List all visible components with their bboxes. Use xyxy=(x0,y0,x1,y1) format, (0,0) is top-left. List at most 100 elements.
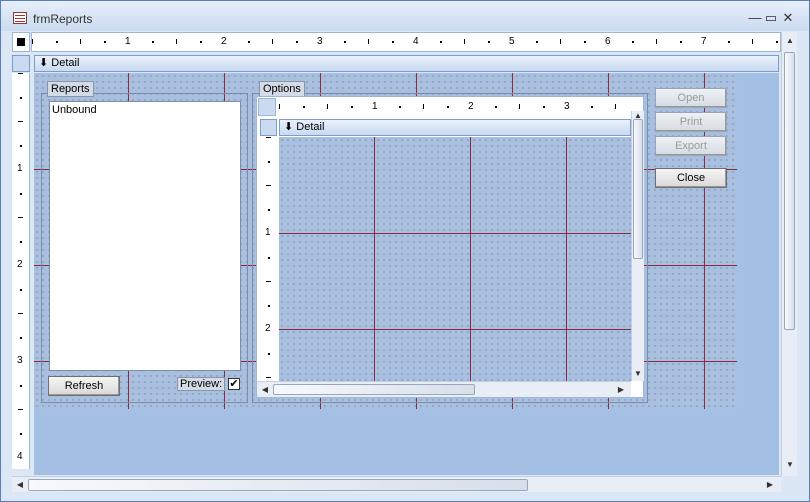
window-title: frmReports xyxy=(33,12,93,26)
scroll-left-arrow-icon[interactable]: ◀ xyxy=(259,385,271,394)
ruler-dot xyxy=(20,145,22,147)
ruler-dot xyxy=(399,106,401,108)
preview-checkbox[interactable]: ✔ xyxy=(228,378,240,390)
minimize-button[interactable]: — xyxy=(747,10,763,26)
ruler-tick xyxy=(656,39,657,44)
export-button[interactable]: Export xyxy=(655,136,727,156)
ruler-dot xyxy=(591,106,593,108)
ruler-number: 7 xyxy=(701,36,707,47)
ruler-dot xyxy=(495,106,497,108)
scroll-thumb[interactable] xyxy=(28,479,528,491)
title-bar: frmReports — ▭ ✕ xyxy=(1,1,809,31)
scroll-right-arrow-icon[interactable]: ▶ xyxy=(615,385,627,394)
ruler-number: 3 xyxy=(17,355,23,366)
ruler-dot xyxy=(20,433,22,435)
ruler-number: 2 xyxy=(221,36,227,47)
ruler-dot xyxy=(20,193,22,195)
ruler-tick xyxy=(266,185,271,186)
ruler-dot xyxy=(268,161,270,163)
scroll-thumb[interactable] xyxy=(273,384,475,395)
refresh-button[interactable]: Refresh xyxy=(48,376,120,396)
reports-label: Reports xyxy=(47,81,94,97)
ruler-number: 6 xyxy=(605,36,611,47)
subform-section-label: Detail xyxy=(296,121,325,133)
horizontal-scrollbar[interactable]: ◀ ▶ xyxy=(12,476,781,492)
ruler-dot xyxy=(351,106,353,108)
ruler-tick xyxy=(464,39,465,44)
ruler-number: 1 xyxy=(372,101,378,112)
subform-section-selector[interactable] xyxy=(260,119,277,136)
ruler-dot xyxy=(543,106,545,108)
detail-section-bar[interactable]: ⬇ Detail xyxy=(34,55,779,72)
down-arrow-icon: ⬇ xyxy=(284,121,294,133)
scroll-down-arrow-icon[interactable]: ▼ xyxy=(632,369,644,378)
ruler-number: 2 xyxy=(265,323,271,334)
ruler-number: 4 xyxy=(17,451,23,462)
horizontal-ruler[interactable]: 1 2 3 4 5 6 7 xyxy=(31,32,781,52)
ruler-number: 2 xyxy=(17,259,23,270)
ruler-number: 3 xyxy=(317,36,323,47)
empty-area xyxy=(34,409,779,475)
subform-canvas[interactable] xyxy=(279,137,631,381)
subform-detail-bar[interactable]: ⬇ Detail xyxy=(279,119,631,136)
scroll-thumb[interactable] xyxy=(784,52,795,330)
ruler-dot xyxy=(268,305,270,307)
empty-area xyxy=(737,73,779,409)
ruler-tick xyxy=(368,39,369,44)
scroll-left-arrow-icon[interactable]: ◀ xyxy=(14,480,26,489)
close-button[interactable]: Close xyxy=(655,168,727,188)
vertical-scrollbar[interactable]: ▲ ▼ xyxy=(781,32,797,476)
ruler-tick xyxy=(279,104,280,109)
ruler-dot xyxy=(248,41,250,43)
ruler-tick xyxy=(266,281,271,282)
ruler-number: 5 xyxy=(509,36,515,47)
ruler-tick xyxy=(176,39,177,44)
ruler-dot xyxy=(268,353,270,355)
ruler-dot xyxy=(632,41,634,43)
reports-listbox[interactable]: Unbound xyxy=(49,101,241,371)
section-selector[interactable] xyxy=(12,55,30,72)
scroll-thumb[interactable] xyxy=(633,119,643,259)
form-icon xyxy=(13,12,27,24)
ruler-dot xyxy=(584,41,586,43)
open-button[interactable]: Open xyxy=(655,88,727,108)
ruler-dot xyxy=(20,385,22,387)
ruler-tick xyxy=(272,39,273,44)
ruler-dot xyxy=(20,241,22,243)
ruler-dot xyxy=(296,41,298,43)
subform-horizontal-ruler[interactable]: 1 2 3 xyxy=(279,98,631,116)
ruler-dot xyxy=(20,97,22,99)
down-arrow-icon: ⬇ xyxy=(39,57,49,69)
form-design-window: frmReports — ▭ ✕ 1234567 ⬇ Detail 1234 R… xyxy=(0,0,810,502)
ruler-dot xyxy=(268,257,270,259)
ruler-dot xyxy=(20,289,22,291)
ruler-tick xyxy=(18,313,23,314)
subform-selector[interactable] xyxy=(258,98,276,116)
scroll-right-arrow-icon[interactable]: ▶ xyxy=(764,480,776,489)
subform-horizontal-scrollbar[interactable]: ◀ ▶ xyxy=(257,381,631,397)
ruler-number: 2 xyxy=(468,101,474,112)
ruler-number: 1 xyxy=(125,36,131,47)
ruler-tick xyxy=(266,377,271,378)
vertical-ruler[interactable]: 1 2 3 4 xyxy=(12,73,30,469)
ruler-dot xyxy=(104,41,106,43)
ruler-tick xyxy=(18,217,23,218)
scroll-up-arrow-icon[interactable]: ▲ xyxy=(784,36,796,45)
print-button[interactable]: Print xyxy=(655,112,727,132)
maximize-button[interactable]: ▭ xyxy=(763,10,779,26)
ruler-tick xyxy=(519,104,520,109)
subform-vertical-ruler[interactable]: 12 xyxy=(260,137,277,381)
ruler-tick xyxy=(423,104,424,109)
ruler-number: 3 xyxy=(564,101,570,112)
ruler-dot xyxy=(488,41,490,43)
ruler-dot xyxy=(440,41,442,43)
ruler-tick xyxy=(266,137,271,138)
close-window-button[interactable]: ✕ xyxy=(780,10,796,26)
ruler-dot xyxy=(303,106,305,108)
form-selector[interactable] xyxy=(12,32,30,52)
options-subform[interactable]: 123 ⬇ Detail 12 ▲ ▼ ◀ ▶ xyxy=(256,96,644,398)
subform-vertical-scrollbar[interactable]: ▲ ▼ xyxy=(631,111,644,381)
ruler-dot xyxy=(536,41,538,43)
preview-label: Preview: xyxy=(177,377,225,391)
scroll-down-arrow-icon[interactable]: ▼ xyxy=(784,460,796,469)
